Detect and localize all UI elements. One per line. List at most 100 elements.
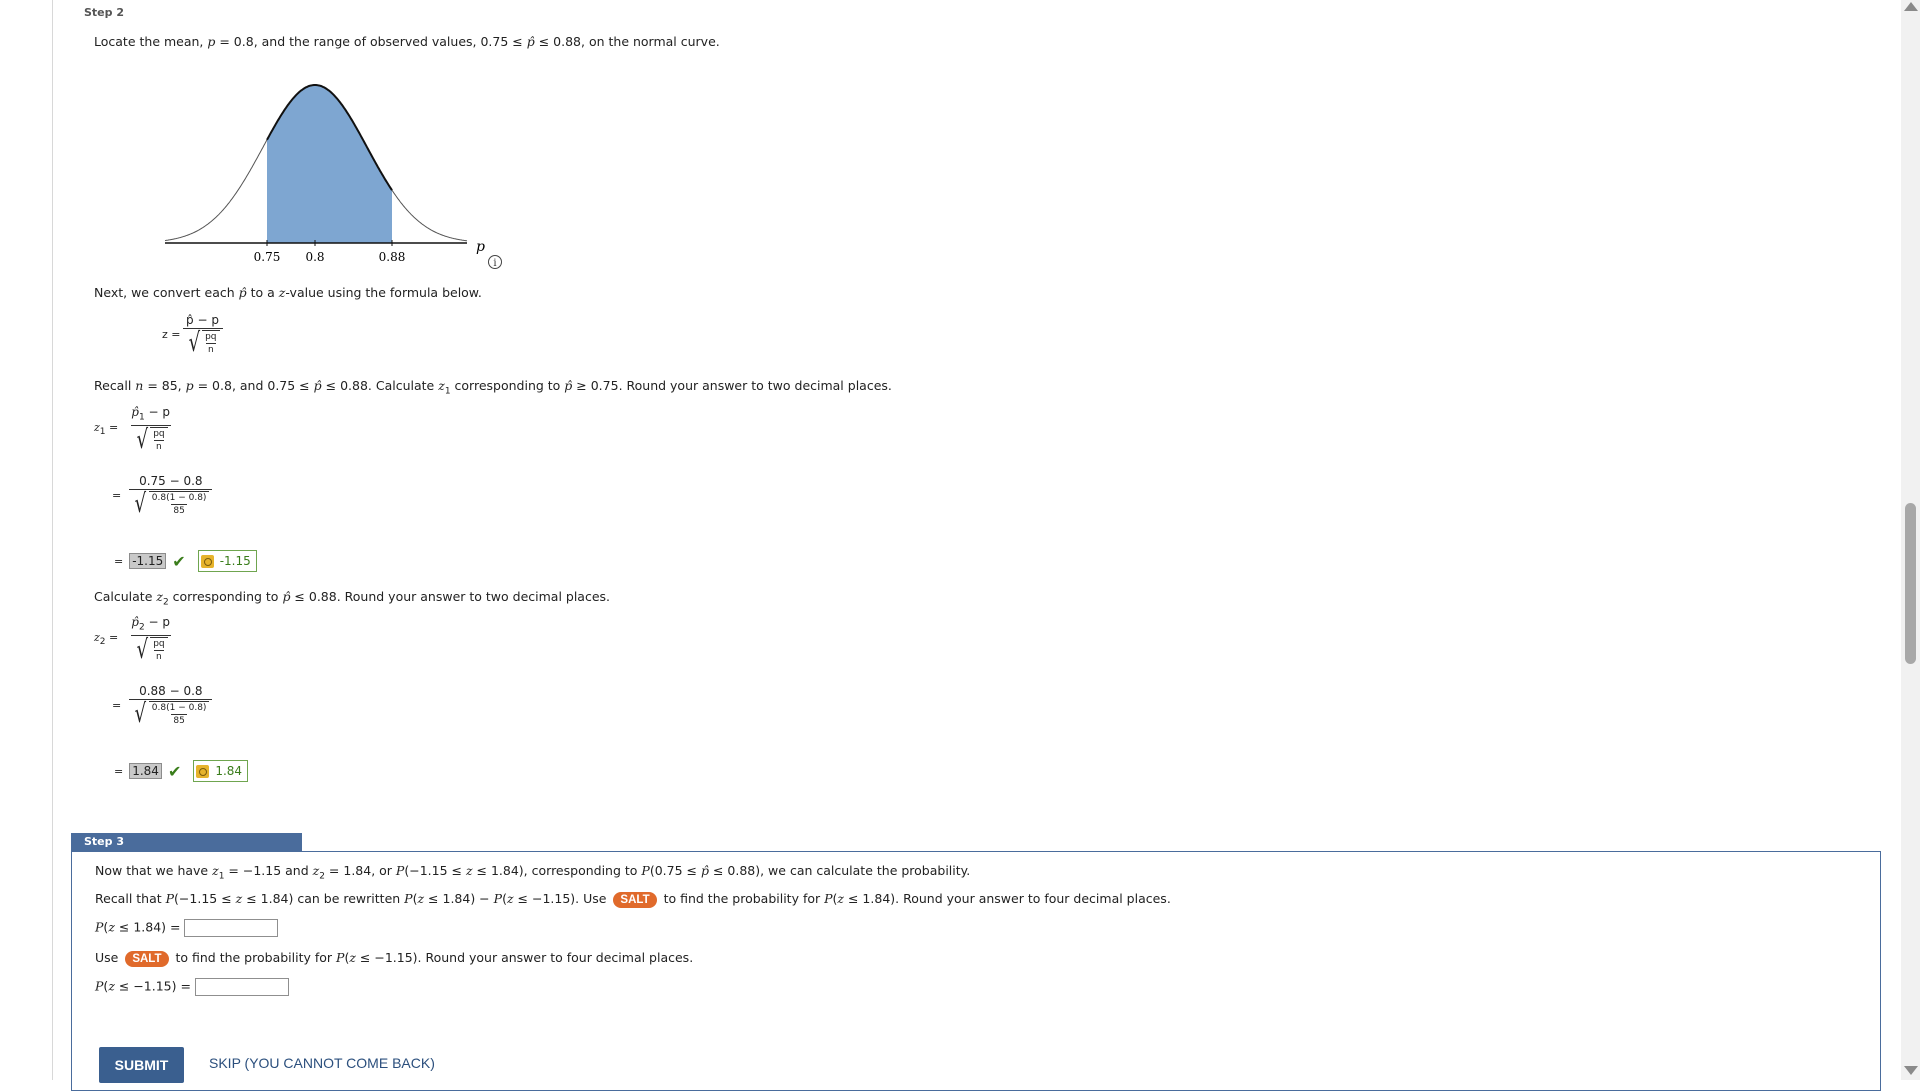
text: Locate the mean, xyxy=(94,34,208,49)
radical: √ xyxy=(136,425,148,456)
scroll-up-arrow-icon[interactable] xyxy=(1904,2,1918,11)
text: ≤ 1.84), corresponding to xyxy=(472,863,642,878)
var: z xyxy=(108,978,115,994)
var: p̂ xyxy=(131,615,139,629)
recall-text: Recall n = 85, p = 0.8, and 0.75 ≤ p̂ ≤ … xyxy=(94,378,892,397)
var: z xyxy=(349,950,356,965)
z2-sub-num: 0.88 − 0.8 xyxy=(139,684,203,698)
key-icon xyxy=(196,764,210,778)
z1-fraction: p̂1 − p √ pq n xyxy=(128,404,173,453)
var: z xyxy=(438,378,445,393)
z1-answer-box[interactable]: -1.15 xyxy=(129,553,167,569)
scroll-down-arrow-icon[interactable] xyxy=(1904,1066,1918,1075)
info-icon[interactable]: i xyxy=(488,255,502,270)
z2-answer-box[interactable]: 1.84 xyxy=(129,763,162,779)
text: ≤ −1.15). Round your answer to four deci… xyxy=(355,950,694,965)
tick-label-08: 0.8 xyxy=(305,250,324,264)
text: − p xyxy=(144,405,170,419)
radicand-num: pq xyxy=(153,639,165,650)
radicand-den: 85 xyxy=(171,504,187,516)
formula-fraction: p̂ − p √ pq n xyxy=(182,312,223,356)
sqrt: √ pq n xyxy=(186,330,220,356)
z2-answer-row: = 1.84 ✔ 1.84 xyxy=(114,760,249,782)
check-icon: ✔ xyxy=(172,551,186,571)
tick-label-088: 0.88 xyxy=(379,250,406,264)
var: z xyxy=(506,891,514,906)
step2-intro: Locate the mean, p = 0.8, and the range … xyxy=(94,34,720,49)
step3-tab: Step 3 xyxy=(71,833,302,851)
var: z xyxy=(108,919,115,935)
prob-z-le-184-input[interactable] xyxy=(184,919,279,937)
var: P xyxy=(404,891,413,906)
normal-curve-chart: 0.75 0.8 0.88 p i xyxy=(164,84,502,270)
z1-answer-key[interactable]: -1.15 xyxy=(197,550,257,572)
text: Calculate xyxy=(94,589,157,604)
radicand: pq n xyxy=(150,637,168,663)
sqrt: √ 0.8(1 − 0.8) 85 xyxy=(132,491,210,517)
z1-sub-fraction: 0.75 − 0.8 √ 0.8(1 − 0.8) 85 xyxy=(129,473,213,517)
text: ≤ 0.88), we can calculate the probabilit… xyxy=(708,863,971,878)
var: p̂ xyxy=(238,285,247,300)
input2-row: P(z ≤ −1.15) = xyxy=(95,978,289,996)
text: = 0.8, and 0.75 ≤ xyxy=(193,378,314,393)
radicand: 0.8(1 − 0.8) 85 xyxy=(148,701,210,727)
z2-sub-fraction: 0.88 − 0.8 √ 0.8(1 − 0.8) 85 xyxy=(129,683,213,729)
text: − p xyxy=(144,615,170,629)
salt-button-2[interactable]: SALT xyxy=(125,951,169,967)
salt-button-1[interactable]: SALT xyxy=(613,892,657,908)
text: ≥ 0.75. Round your answer to two decimal… xyxy=(572,378,892,393)
eq: = xyxy=(112,698,122,712)
z-formula: z = p̂ − p √ pq n xyxy=(162,312,225,356)
text: ≤ 0.88. Calculate xyxy=(321,378,439,393)
key-value: -1.15 xyxy=(219,554,251,568)
text: (0.75 ≤ xyxy=(649,863,701,878)
radical: √ xyxy=(134,699,147,729)
eq: = xyxy=(114,554,124,568)
step2-label: Step 2 xyxy=(84,6,124,19)
z2-formula: z2 = p̂2 − p √ pq n xyxy=(94,614,175,663)
var: p̂ xyxy=(313,378,322,393)
text: Use xyxy=(95,950,123,965)
radicand-num: 0.8(1 − 0.8) xyxy=(151,493,207,503)
step3-recall-text: Recall that P(−1.15 ≤ z ≤ 1.84) can be r… xyxy=(95,891,1171,908)
z2-answer-key[interactable]: 1.84 xyxy=(193,760,249,782)
text: to a xyxy=(246,285,279,300)
radical: √ xyxy=(187,328,200,358)
text: ≤ 1.84) can be rewritten xyxy=(242,891,405,906)
text: = −1.15 and xyxy=(224,863,313,878)
prob-z-le-neg115-input[interactable] xyxy=(194,978,289,996)
var: P xyxy=(824,891,833,906)
z2-substitution: = 0.88 − 0.8 √ 0.8(1 − 0.8) 85 xyxy=(112,683,214,727)
var: z xyxy=(156,589,163,604)
z2-sub-den: √ 0.8(1 − 0.8) 85 xyxy=(129,699,213,729)
axis-label-p: p xyxy=(476,239,485,255)
text: corresponding to xyxy=(450,378,565,393)
var: z xyxy=(465,863,473,878)
text: ≤ 1.84) = xyxy=(114,919,181,935)
text: corresponding to xyxy=(168,589,283,604)
radicand: pq n xyxy=(150,427,168,453)
text: -value using the formula below. xyxy=(285,285,482,300)
sub: 2 xyxy=(99,636,106,647)
step3-now-text: Now that we have z1 = −1.15 and z2 = 1.8… xyxy=(95,863,970,882)
z1-formula: z1 = p̂1 − p √ pq n xyxy=(94,404,175,453)
text: ≤ −1.15) = xyxy=(114,978,191,994)
next-convert-text: Next, we convert each p̂ to a z-value us… xyxy=(94,285,482,300)
var: p̂ xyxy=(131,405,139,419)
sqrt: √ pq n xyxy=(134,427,168,453)
calc-z2-text: Calculate z2 corresponding to p̂ ≤ 0.88.… xyxy=(94,589,610,608)
text: ≤ 0.88. Round your answer to two decimal… xyxy=(290,589,611,604)
scrollbar-thumb[interactable] xyxy=(1905,503,1916,664)
sqrt: √ pq n xyxy=(134,637,168,663)
sub: 1 xyxy=(99,426,106,437)
submit-button[interactable]: SUBMIT xyxy=(99,1047,184,1083)
radicand-num: pq xyxy=(153,429,165,440)
key-value: 1.84 xyxy=(215,764,243,778)
z2-fraction: p̂2 − p √ pq n xyxy=(128,614,173,663)
radicand: pq n xyxy=(202,330,220,356)
var: p̂ xyxy=(700,863,709,878)
radicand-den: n xyxy=(205,343,216,355)
radical: √ xyxy=(136,635,148,666)
skip-link[interactable]: SKIP (YOU CANNOT COME BACK) xyxy=(209,1055,435,1071)
input1-row: P(z ≤ 1.84) = xyxy=(95,919,279,937)
